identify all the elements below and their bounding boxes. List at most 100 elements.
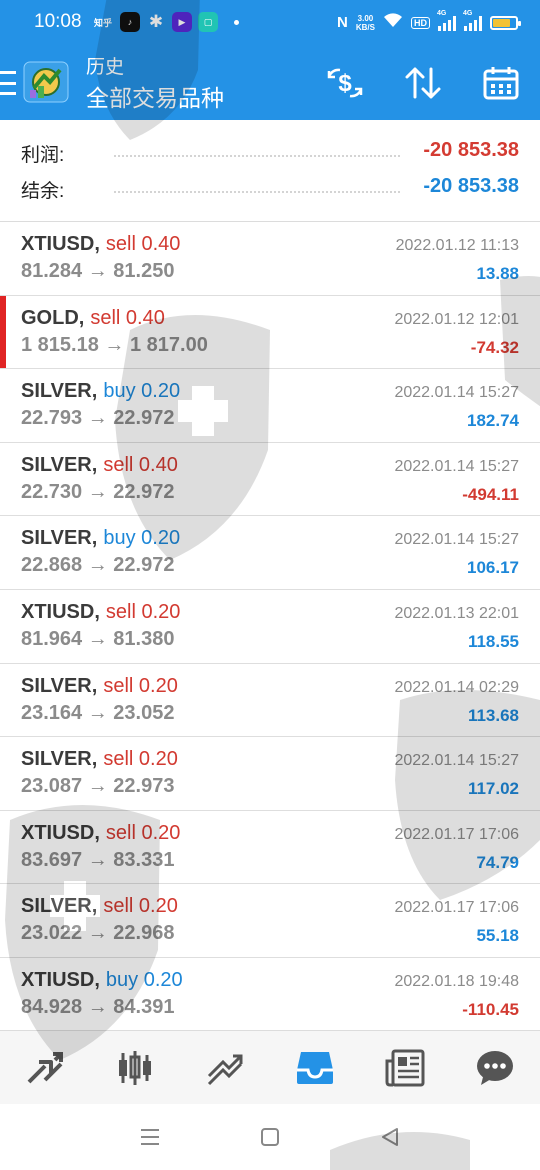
trade-volume: 0.20: [138, 674, 178, 697]
trade-profit: 113.68: [467, 705, 519, 725]
nav-chart[interactable]: [90, 1031, 180, 1104]
trade-profit: 106.17: [467, 558, 519, 578]
sort-icon[interactable]: [384, 46, 462, 120]
menu-icon[interactable]: [0, 71, 16, 95]
net-speed-value: 3.00: [357, 13, 374, 23]
chart-candles-icon: [119, 1050, 151, 1085]
back-icon: [382, 1128, 398, 1146]
trade-side: sell 0.20: [106, 601, 181, 623]
system-nav-bar: [0, 1104, 540, 1170]
summary-panel: 利润: -20 853.38 结余: -20 853.38: [0, 120, 540, 222]
nav-chat[interactable]: [450, 1031, 540, 1104]
trade-symbol: SILVER: [21, 380, 92, 403]
signal-label-2: 4G: [463, 9, 473, 17]
close-price: 22.972: [113, 554, 175, 577]
trade-row[interactable]: SILVER, sell 0.40 22.730 → 22.972 2022.01.1…: [0, 443, 540, 517]
trade-time: 2022.01.17 17:06: [394, 825, 519, 843]
trade-prices: 23.087 → 22.973: [21, 775, 174, 798]
history-inbox-icon: [297, 1051, 333, 1084]
app-header: 10:08 知乎 ♪ ✱ ▶ ▢ N 3.00 KB/S HD 4G 4G 历史…: [0, 0, 540, 120]
trade-prices: 22.793 → 22.972: [21, 407, 174, 430]
net-speed-unit: KB/S: [355, 22, 375, 32]
trade-side: sell 0.20: [106, 822, 181, 844]
trade-prices: 84.928 → 84.391: [21, 996, 174, 1019]
trade-row[interactable]: SILVER, sell 0.20 23.087 → 22.973 2022.01.1…: [0, 737, 540, 811]
trade-side: buy 0.20: [106, 969, 183, 991]
trade-row[interactable]: SILVER, sell 0.20 23.164 → 23.052 2022.01.1…: [0, 664, 540, 738]
profit-value: -20 853.38: [423, 139, 519, 161]
back-button[interactable]: [360, 1117, 420, 1157]
balance-row: 结余: -20 853.38: [0, 171, 540, 207]
arrow-right-icon: →: [98, 333, 130, 356]
trade-row[interactable]: XTIUSD, sell 0.40 81.284 → 81.250 2022.01.1…: [0, 222, 540, 296]
trade-symbol: SILVER: [21, 895, 92, 918]
trade-row[interactable]: SILVER, buy 0.20 22.793 → 22.972 2022.01.14…: [0, 369, 540, 443]
trade-separator: ,: [94, 233, 100, 255]
hd-badge: HD: [411, 16, 430, 29]
balance-value: -20 853.38: [423, 175, 519, 197]
trade-title: XTIUSD, sell 0.40: [21, 233, 180, 256]
trade-title: XTIUSD, buy 0.20: [21, 969, 183, 992]
trade-history-list[interactable]: XTIUSD, sell 0.40 81.284 → 81.250 2022.01.1…: [0, 222, 540, 1030]
trade-row[interactable]: XTIUSD, buy 0.20 84.928 → 84.391 2022.01.18…: [0, 958, 540, 1030]
status-right-icons: N 3.00 KB/S HD 4G 4G: [337, 10, 521, 33]
title-block[interactable]: 历史 全部交易品种: [86, 56, 224, 114]
close-price: 1 817.00: [129, 333, 208, 356]
close-price: 22.968: [113, 922, 175, 945]
recents-button[interactable]: [120, 1117, 180, 1157]
nav-history[interactable]: [270, 1031, 360, 1104]
trade-title: GOLD, sell 0.40: [21, 307, 165, 330]
arrow-right-icon: →: [82, 480, 114, 503]
trade-volume: 0.20: [141, 821, 181, 844]
trade-volume: 0.20: [138, 748, 178, 771]
calendar-icon[interactable]: [462, 46, 540, 120]
trade-prices: 23.022 → 22.968: [21, 922, 174, 945]
trade-symbol: XTIUSD: [21, 600, 95, 623]
home-button[interactable]: [240, 1117, 300, 1157]
nav-trade[interactable]: [180, 1031, 270, 1104]
trade-prices: 23.164 → 23.052: [21, 702, 174, 725]
trade-time: 2022.01.12 12:01: [394, 310, 519, 328]
more-notifications-dot: [234, 19, 239, 25]
trade-row[interactable]: GOLD, sell 0.40 1 815.18 → 1 817.00 2022.01…: [0, 295, 540, 370]
signal-icon-2: 4G: [463, 10, 482, 31]
quotes-icon: [27, 1051, 63, 1083]
balance-label: 结余:: [21, 181, 65, 202]
trade-side: sell 0.20: [103, 675, 178, 697]
trade-separator: ,: [78, 306, 85, 329]
trade-profit: 74.79: [476, 852, 519, 872]
close-price: 22.973: [113, 775, 175, 798]
trade-side-label: sell: [105, 233, 136, 255]
profit-label: 利润:: [21, 145, 65, 166]
trade-time: 2022.01.13 22:01: [394, 604, 519, 622]
trade-side-label: sell: [103, 748, 134, 771]
trade-symbol: XTIUSD: [21, 821, 95, 844]
trade-time: 2022.01.12 11:13: [395, 237, 519, 254]
currency-filter-icon[interactable]: $: [306, 46, 384, 120]
trade-title: SILVER, buy 0.20: [21, 380, 180, 403]
close-price: 83.331: [113, 848, 175, 871]
open-price: 23.022: [21, 922, 83, 945]
trade-side: sell 0.40: [103, 454, 178, 476]
trade-side: buy 0.20: [103, 527, 180, 549]
trade-title: SILVER, sell 0.20: [21, 675, 178, 698]
trade-row[interactable]: SILVER, sell 0.20 23.022 → 22.968 2022.01.1…: [0, 884, 540, 958]
open-price: 22.793: [21, 407, 83, 430]
arrow-right-icon: →: [82, 922, 114, 945]
nav-quotes[interactable]: [0, 1031, 90, 1104]
battery-icon: [490, 15, 521, 30]
status-bar: 10:08 知乎 ♪ ✱ ▶ ▢ N 3.00 KB/S HD 4G 4G: [0, 0, 540, 46]
trade-profit: 55.18: [476, 926, 519, 946]
open-price: 84.928: [21, 995, 83, 1018]
wifi-icon: [383, 12, 403, 33]
trade-row[interactable]: XTIUSD, sell 0.20 83.697 → 83.331 2022.01.1…: [0, 811, 540, 885]
app-logo-icon[interactable]: [22, 58, 72, 106]
trade-row[interactable]: XTIUSD, sell 0.20 81.964 → 81.380 2022.01.1…: [0, 590, 540, 664]
arrow-right-icon: →: [82, 995, 114, 1018]
news-icon: [385, 1049, 425, 1086]
trade-side: sell 0.20: [103, 748, 178, 770]
open-price: 23.087: [21, 775, 83, 798]
nav-news[interactable]: [360, 1031, 450, 1104]
trade-row[interactable]: SILVER, buy 0.20 22.868 → 22.972 2022.01.14…: [0, 516, 540, 590]
trade-separator: ,: [94, 821, 100, 844]
